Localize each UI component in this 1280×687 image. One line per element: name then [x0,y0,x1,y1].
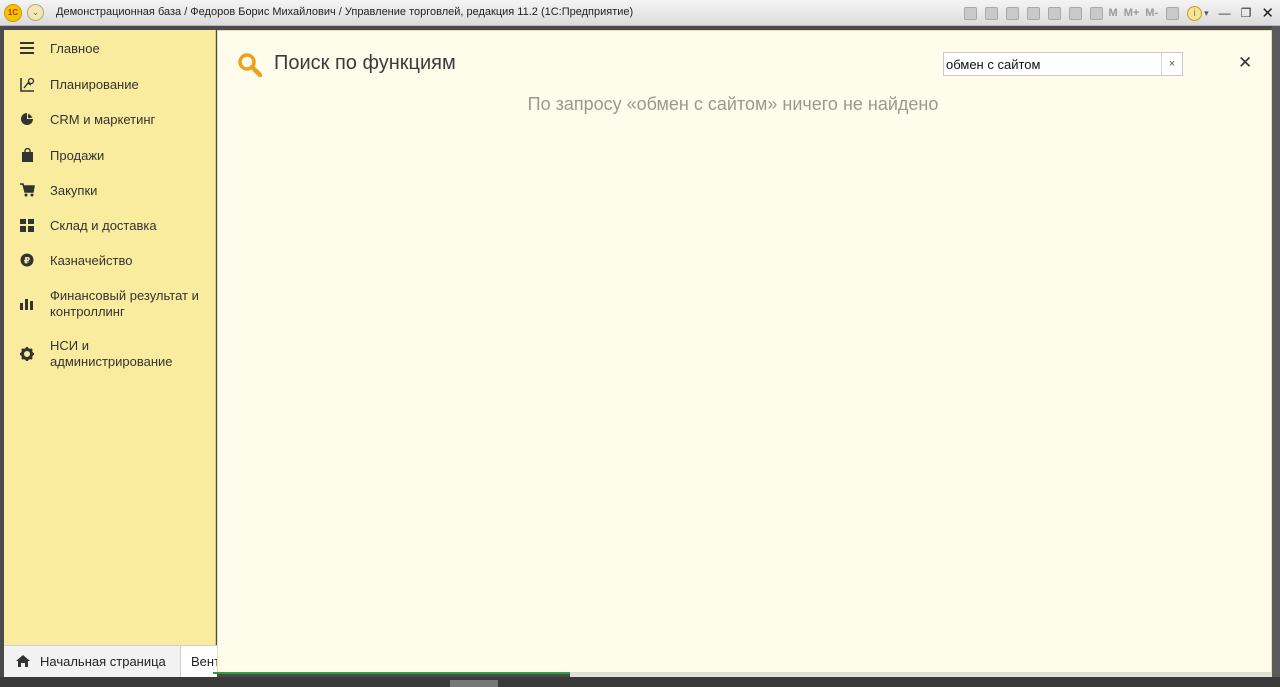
info-icon[interactable]: i [1187,5,1203,21]
sections-sidebar: Главное Планирование CRM и маркетинг Про… [4,30,216,645]
sidebar-item-label: Продажи [50,148,105,163]
grid-icon [19,217,35,233]
taskbar-item [450,680,498,687]
clear-search-button[interactable]: × [1161,53,1182,75]
tab-second[interactable]: Вент [181,646,217,677]
calendar-icon[interactable] [1089,6,1103,20]
bar-chart-icon [19,296,35,312]
preview-icon[interactable] [1005,6,1019,20]
window-edge [1272,26,1280,687]
taskbar-edge [0,677,1280,687]
cart-icon [19,182,35,198]
search-input[interactable] [944,53,1159,75]
active-tab-indicator [213,672,570,674]
restore-icon[interactable]: ❐ [1241,6,1252,20]
tab-home-label: Начальная страница [40,654,166,669]
minimize-icon[interactable]: — [1219,6,1231,20]
sidebar-item-label: НСИ и администрирование [50,338,173,369]
window-close-icon[interactable]: ✕ [1261,4,1274,22]
pie-chart-icon [19,111,35,127]
search-box: × [943,52,1183,76]
planning-icon [19,76,35,92]
calculator-icon[interactable] [1068,6,1082,20]
mail-icon[interactable] [1047,6,1061,20]
save-icon[interactable] [963,6,977,20]
window-title: Демонстрационная база / Федоров Борис Ми… [56,6,634,18]
magnifier-icon [237,52,263,83]
sidebar-item-label: Склад и доставка [50,218,157,233]
ruble-coin-icon: ₽ [19,252,35,268]
sidebar-item-label: Казначейство [50,253,133,268]
memory-m-plus-button[interactable]: M+ [1124,7,1140,19]
panel-layout-icon[interactable] [1166,6,1180,20]
app-logo-icon[interactable]: 1С [4,4,22,22]
close-panel-button[interactable]: ✕ [1238,53,1252,73]
title-bar: 1С ⌄ Демонстрационная база / Федоров Бор… [0,0,1280,26]
tab-home[interactable]: Начальная страница [4,646,181,677]
home-icon [15,654,31,673]
svg-text:₽: ₽ [24,257,30,267]
main-menu-icon[interactable]: ⌄ [27,4,44,21]
sidebar-item-label: CRM и маркетинг [50,112,156,127]
tab-second-label: Вент [191,654,217,669]
link-icon[interactable] [1026,6,1040,20]
sidebar-item-label: Закупки [50,183,98,198]
open-windows-bar: Начальная страница Вент [4,645,217,677]
info-dropdown-icon[interactable]: ▾ [1204,8,1209,19]
gear-icon [19,346,35,362]
title-toolbar: M M+ M- i ▾ — ❐ ✕ [956,4,1274,22]
sidebar-item-label: Финансовый результат и контроллинг [50,288,199,319]
page-title: Поиск по функциям [274,52,456,74]
no-results-message: По запросу «обмен с сайтом» ничего не на… [527,94,939,114]
memory-m-minus-button[interactable]: M- [1145,7,1158,19]
sidebar-item-label: Планирование [50,77,139,92]
memory-m-button[interactable]: M [1109,7,1118,19]
print-icon[interactable] [984,6,998,20]
hamburger-icon [19,40,35,56]
shopping-bag-icon [19,147,35,163]
function-search-panel: Поиск по функциям × ✕ По запросу «обмен … [217,30,1272,673]
sidebar-item-label: Главное [50,41,100,56]
